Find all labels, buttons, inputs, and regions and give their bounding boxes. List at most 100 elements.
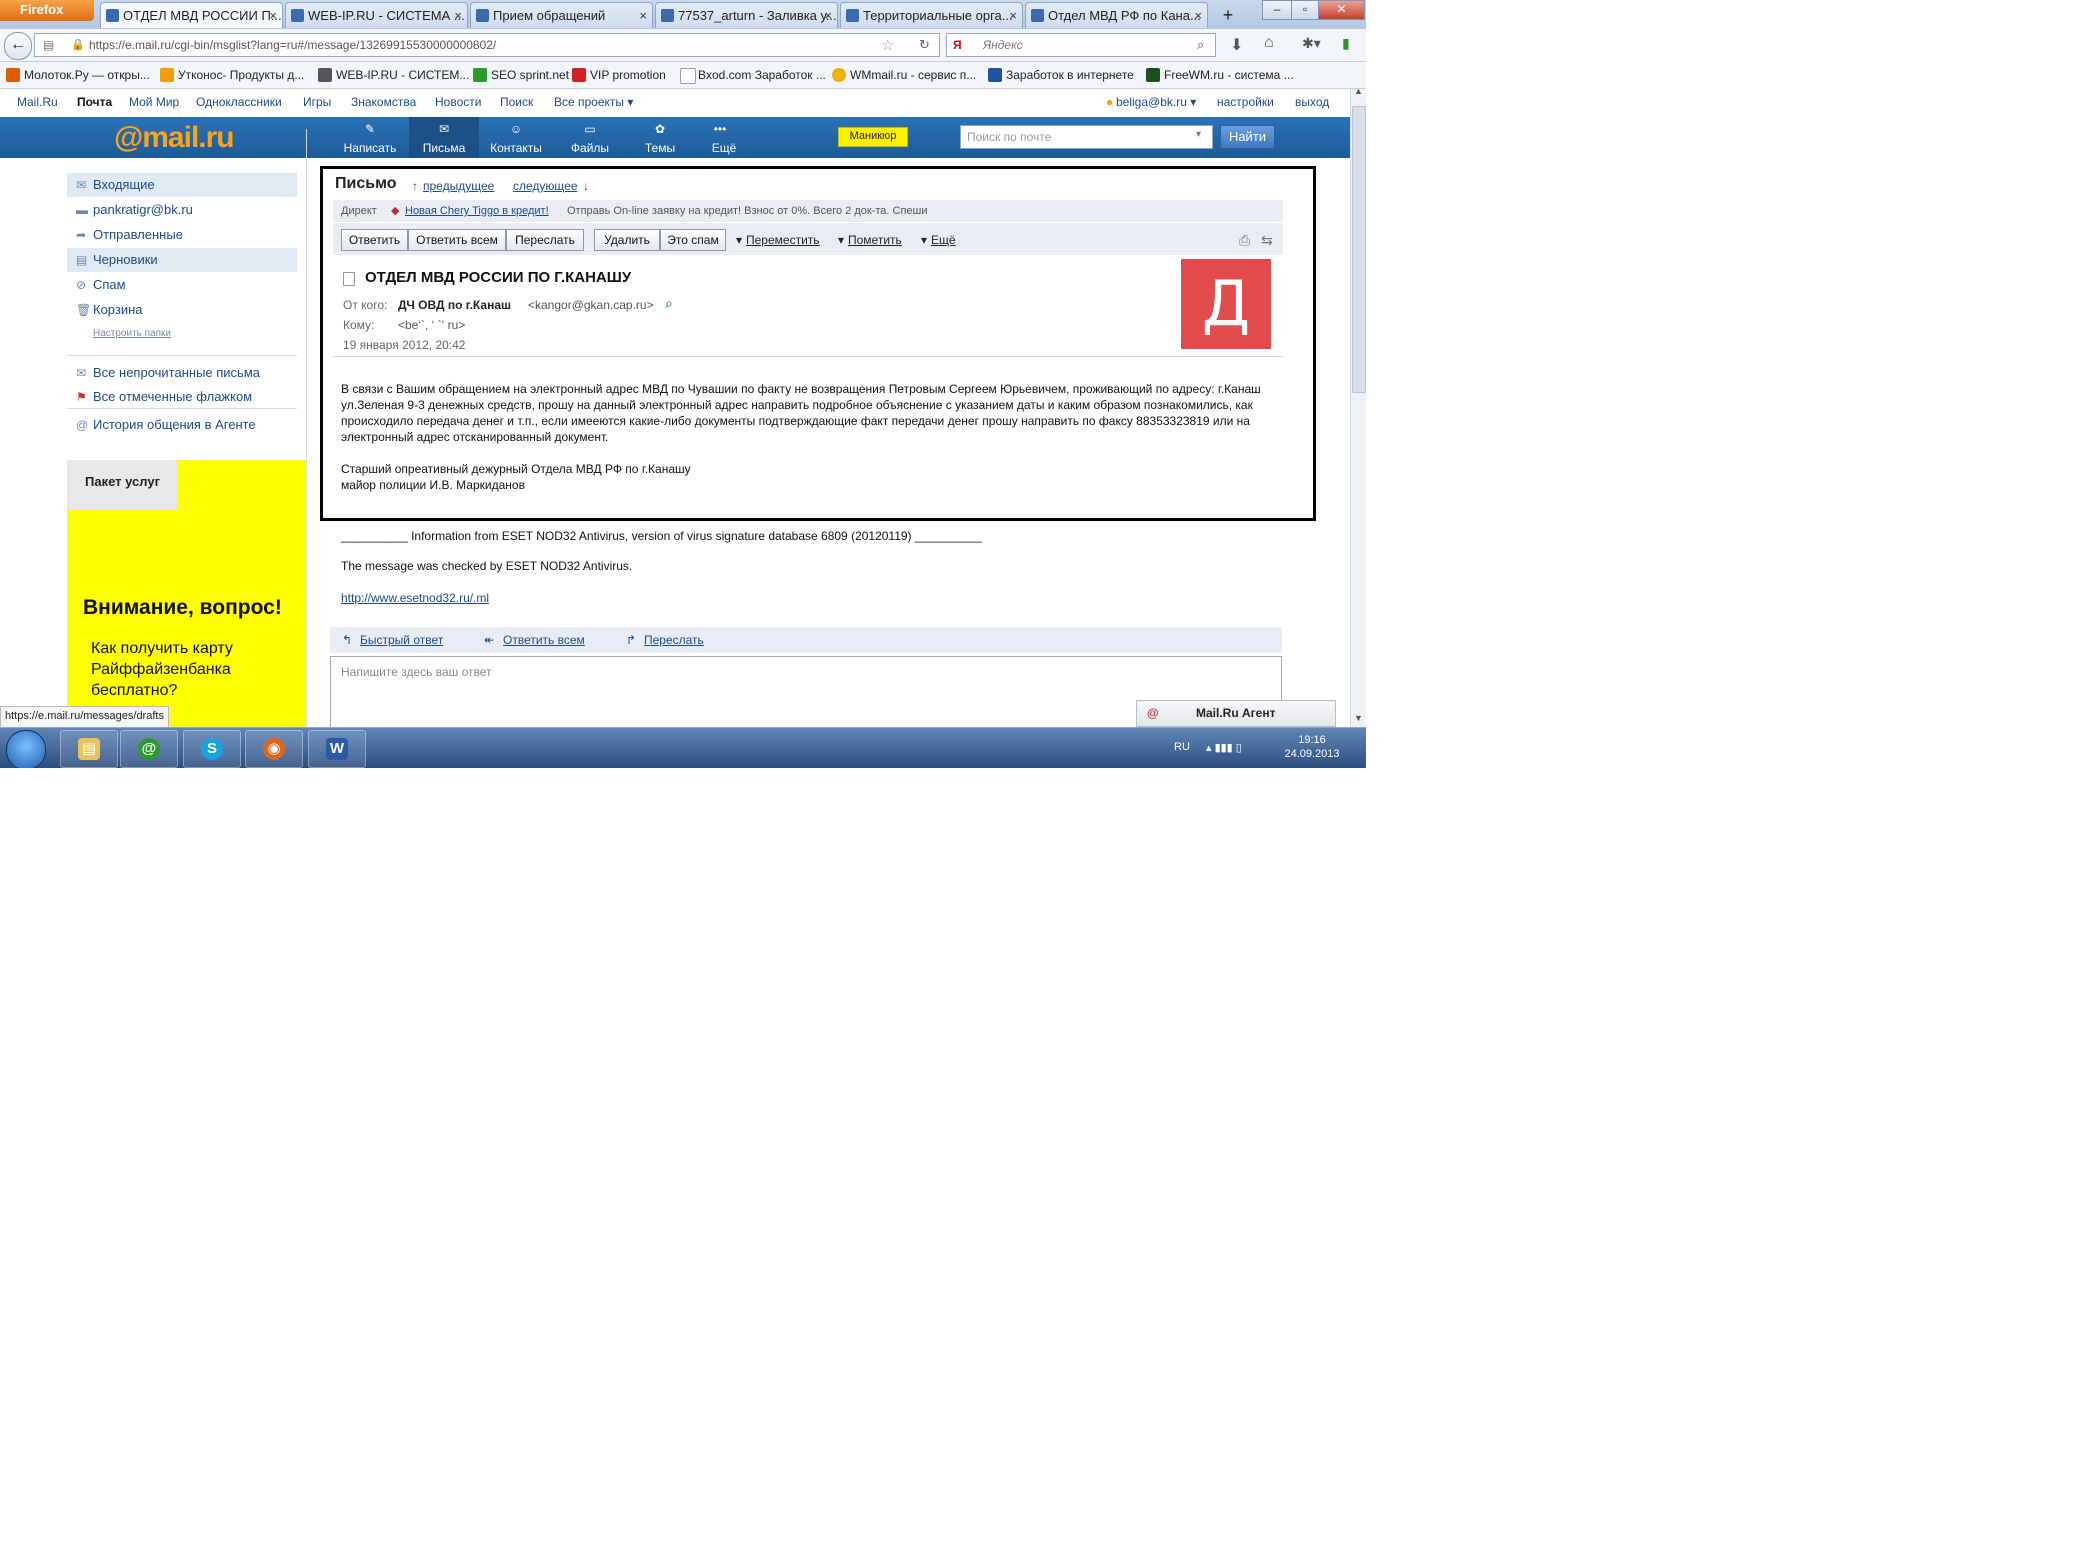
back-button[interactable]: ← <box>4 32 32 60</box>
bookmark-star-icon[interactable]: ☆ <box>881 36 894 54</box>
clock[interactable]: 19:16 24.09.2013 <box>1282 733 1342 761</box>
quick-forward-link[interactable]: Переслать <box>644 631 704 649</box>
bookmark-8[interactable]: FreeWM.ru - система ... <box>1146 62 1294 88</box>
addon-icon[interactable]: ✱▾ <box>1302 35 1321 52</box>
search-icon[interactable]: ⌕ <box>1197 37 1204 53</box>
firefox-menu-button[interactable]: Firefox <box>0 0 94 21</box>
taskbar-firefox[interactable]: ◉ <box>245 730 303 768</box>
toplink-mail[interactable]: Почта <box>77 95 112 109</box>
prev-message-link[interactable]: предыдущее <box>423 179 494 193</box>
reload-icon[interactable]: ↻ <box>919 37 930 53</box>
toplink-my-world[interactable]: Мой Мир <box>129 95 179 109</box>
nav-compose[interactable]: ✎ Написать <box>335 117 405 158</box>
toplink-mailru[interactable]: Mail.Ru <box>17 95 58 109</box>
sidebar-ad-banner[interactable]: Пакет услуг Внимание, вопрос! Как получи… <box>67 460 306 727</box>
folder-trash[interactable]: 🗑 Корзина <box>67 298 297 322</box>
taskbar-word[interactable]: W <box>308 730 366 768</box>
tab-close-icon[interactable]: × <box>269 3 277 28</box>
all-flagged-link[interactable]: ⚑ Все отмеченные флажком <box>67 385 297 409</box>
taskbar-mail-agent[interactable]: @ <box>120 730 178 768</box>
delete-button[interactable]: Удалить <box>594 229 660 251</box>
web-search-field[interactable]: Я Яндекс ⌕ <box>946 33 1216 57</box>
home-icon[interactable]: ⌂ <box>1264 34 1274 52</box>
all-unread-link[interactable]: ✉ Все непрочитанные письма <box>67 361 297 385</box>
configure-folders-link[interactable]: Настроить папки <box>93 328 171 339</box>
reply-all-button[interactable]: Ответить всем <box>408 229 506 251</box>
nav-themes[interactable]: ✿ Темы <box>625 117 695 158</box>
toplink-dating[interactable]: Знакомства <box>351 95 416 109</box>
flag-icon[interactable] <box>343 272 355 286</box>
minimize-button[interactable]: – <box>1262 0 1292 20</box>
eset-link[interactable]: http://www.esetnod32.ru/.ml <box>341 591 489 605</box>
spam-button[interactable]: Это спам <box>660 229 726 251</box>
bookmark-3[interactable]: SEO sprint.net <box>473 62 569 88</box>
url-bar[interactable]: ▤ 🔒 https://e.mail.ru/cgi-bin/msglist?la… <box>34 33 940 57</box>
chevron-down-icon[interactable]: ▾ <box>1196 129 1201 140</box>
tab-close-icon[interactable]: × <box>454 3 462 28</box>
folder-drafts[interactable]: ▤ Черновики <box>67 248 297 272</box>
user-account-link[interactable]: beliga@bk.ru ▾ <box>1116 95 1196 109</box>
scrollbar-thumb[interactable] <box>1352 106 1366 393</box>
quick-reply-link[interactable]: Быстрый ответ <box>360 631 443 649</box>
logout-link[interactable]: выход <box>1295 95 1329 109</box>
scroll-down-icon[interactable]: ▼ <box>1354 713 1363 723</box>
quick-reply-all-link[interactable]: Ответить всем <box>503 631 585 649</box>
bookmark-7[interactable]: Заработок в интернете <box>988 62 1134 88</box>
toplink-all-projects[interactable]: Все проекты ▾ <box>554 95 633 109</box>
language-indicator[interactable]: RU <box>1174 741 1190 753</box>
folder-inbox[interactable]: ✉ Входящие <box>67 173 297 197</box>
bookmark-1[interactable]: Утконос- Продукты д... <box>160 62 304 88</box>
nav-more[interactable]: ••• Ещё <box>689 117 759 158</box>
tab-5[interactable]: Отдел МВД РФ по Кана... × <box>1025 2 1208 28</box>
sender-name[interactable]: ДЧ ОВД по г.Канаш <box>398 298 511 312</box>
more-menu[interactable]: Ещё <box>931 229 956 251</box>
tab-4[interactable]: Территориальные орга... × <box>840 2 1023 28</box>
download-icon[interactable]: ⬇ <box>1230 35 1243 55</box>
nav-contacts[interactable]: ☺ Контакты <box>481 117 551 158</box>
toplink-games[interactable]: Игры <box>303 95 331 109</box>
reply-button[interactable]: Ответить <box>341 229 408 251</box>
bookmark-5[interactable]: Bxod.com Заработок ... <box>680 62 826 88</box>
bookmark-6[interactable]: WMmail.ru - сервис п... <box>832 62 976 88</box>
taskbar-skype[interactable]: S <box>183 730 241 768</box>
tab-close-icon[interactable]: × <box>1009 3 1017 28</box>
tab-2[interactable]: Прием обращений × <box>470 2 653 28</box>
tab-0[interactable]: ОТДЕЛ МВД РОССИИ П... × <box>100 2 283 28</box>
tab-1[interactable]: WEB-IP.RU - СИСТЕМА ... × <box>285 2 468 28</box>
tab-3[interactable]: 77537_arturn - Заливка у... × <box>655 2 838 28</box>
mail-search-button[interactable]: Найти <box>1220 125 1275 149</box>
scroll-up-icon[interactable]: ▲ <box>1354 86 1363 96</box>
toplink-news[interactable]: Новости <box>435 95 481 109</box>
mail-search-input[interactable]: Поиск по почте ▾ <box>960 125 1213 149</box>
nav-files[interactable]: ▭ Файлы <box>555 117 625 158</box>
nav-letters[interactable]: ✉ Письма <box>409 117 479 158</box>
folder-pankratigr[interactable]: ▬ pankratigr@bk.ru <box>67 198 297 222</box>
move-menu[interactable]: Переместить <box>746 229 820 251</box>
bookmark-2[interactable]: WEB-IP.RU - СИСТЕМ... <box>318 62 469 88</box>
print-icon[interactable]: ⎙ <box>1239 229 1250 251</box>
bookmark-4[interactable]: VIP promotion <box>572 62 666 88</box>
maximize-button[interactable]: ▫ <box>1291 0 1319 20</box>
next-message-link[interactable]: следующее <box>513 179 578 193</box>
translate-icon[interactable]: ⇆ <box>1261 229 1273 251</box>
close-window-button[interactable]: ✕ <box>1318 0 1365 20</box>
toplink-odnoklassniki[interactable]: Одноклассники <box>196 95 282 109</box>
mail-agent-panel[interactable]: @ Mail.Ru Агент <box>1136 700 1336 727</box>
settings-link[interactable]: настройки <box>1217 95 1274 109</box>
search-icon[interactable]: ⌕ <box>665 295 673 312</box>
toplink-search[interactable]: Поиск <box>500 95 533 109</box>
tab-close-icon[interactable]: × <box>639 3 647 28</box>
tab-close-icon[interactable]: × <box>824 3 832 28</box>
folder-sent[interactable]: ➦ Отправленные <box>67 223 297 247</box>
promo-badge[interactable]: Маникюр <box>838 127 908 147</box>
mailru-logo[interactable]: @mail.ru <box>114 117 235 158</box>
new-tab-button[interactable]: + <box>1215 3 1241 27</box>
tray-icons[interactable]: ▴ ▮▮▮ ▯ <box>1206 741 1242 754</box>
mark-menu[interactable]: Пометить <box>848 229 902 251</box>
bookmark-0[interactable]: Молоток.Ру — откры... <box>6 62 150 88</box>
tab-close-icon[interactable]: × <box>1194 3 1202 28</box>
direct-ad-link[interactable]: Новая Chery Tiggo в кредит! <box>405 200 549 222</box>
taskbar-explorer[interactable]: ▤ <box>60 730 118 768</box>
start-button[interactable] <box>6 730 46 768</box>
folder-spam[interactable]: ⊘ Спам <box>67 273 297 297</box>
